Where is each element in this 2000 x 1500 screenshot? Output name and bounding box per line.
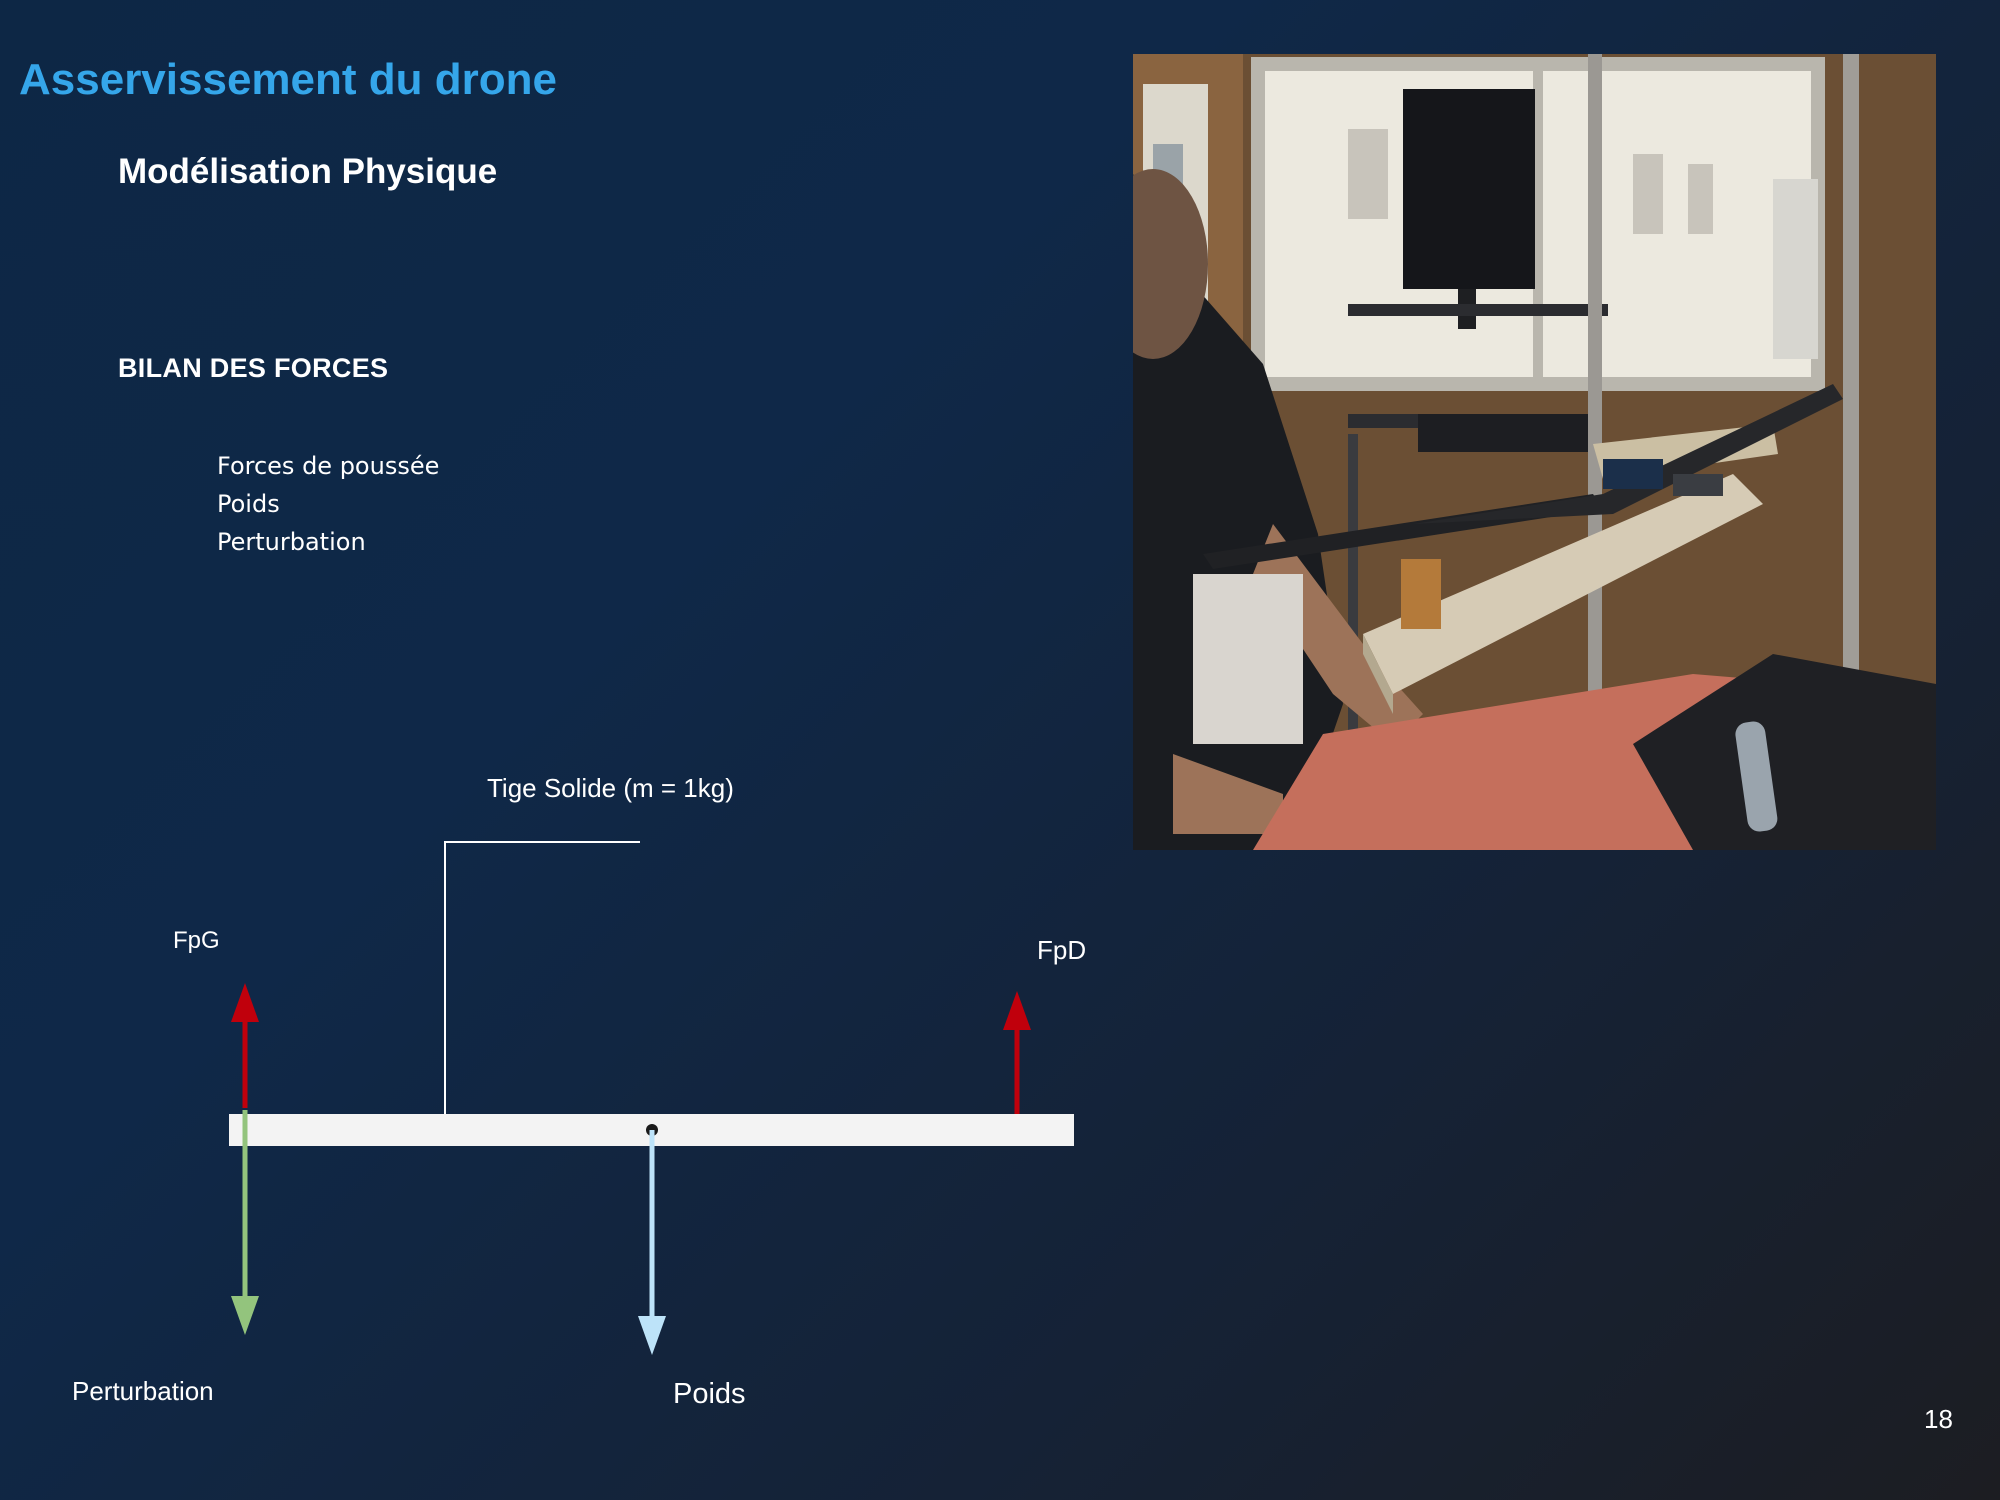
poids-arrow-head [638, 1316, 666, 1355]
rod-callout-line [444, 841, 640, 1134]
fpd-label: FpD [1037, 935, 1086, 965]
perturbation-label: Perturbation [72, 1376, 214, 1406]
fpg-label: FpG [173, 927, 220, 954]
drone-test-bench-photo [1133, 54, 1936, 850]
perturbation-arrow-head [231, 1296, 259, 1335]
page-number: 18 [1924, 1404, 1953, 1434]
force-diagram: Tige Solide (m = 1kg) FpG FpD Perturbati… [72, 773, 1086, 1410]
rod-label: Tige Solide (m = 1kg) [487, 773, 734, 803]
fpg-arrow-head [231, 983, 259, 1022]
fpd-arrow-head [1003, 991, 1031, 1030]
poids-label: Poids [673, 1378, 746, 1410]
